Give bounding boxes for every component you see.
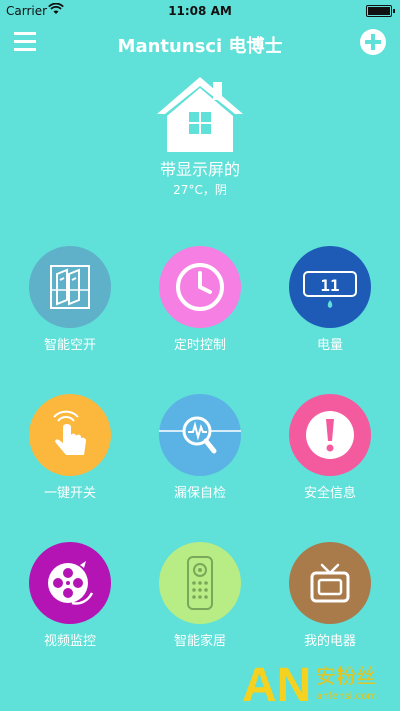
feature-label: 安全信息 xyxy=(303,486,356,501)
watermark-logo: AN 安粉丝 anfensi.com xyxy=(242,655,392,711)
feature-label: 我的电器 xyxy=(303,634,356,649)
clock-time: 11:08 AM xyxy=(168,4,232,18)
meter-display-text: 11 xyxy=(320,276,339,295)
remote-control-icon xyxy=(159,542,241,624)
feature-timer-control[interactable]: 定时控制 xyxy=(135,246,265,353)
feature-smart-breaker[interactable]: 智能空开 xyxy=(5,246,135,353)
magnifier-wave-icon xyxy=(159,394,241,476)
feature-leakage-selftest[interactable]: 漏保自检 xyxy=(135,394,265,501)
tap-finger-icon xyxy=(29,394,111,476)
weather-info: 27°C，阴 xyxy=(173,183,227,197)
feature-label: 一键开关 xyxy=(43,486,96,501)
house-icon xyxy=(155,74,245,154)
device-header[interactable]: 带显示屏的 27°C，阴 xyxy=(0,74,400,198)
feature-smart-home[interactable]: 智能家居 xyxy=(135,542,265,649)
status-bar: Carrier 11:08 AM xyxy=(0,0,400,22)
clock-icon xyxy=(159,246,241,328)
breaker-switch-icon xyxy=(29,246,111,328)
add-icon[interactable] xyxy=(360,29,386,55)
watermark-an-text: AN xyxy=(242,659,311,707)
film-reel-icon xyxy=(29,542,111,624)
feature-safety-info[interactable]: 安全信息 xyxy=(265,394,395,501)
nav-bar: Mantunsci 电博士 xyxy=(0,22,400,66)
feature-label: 智能空开 xyxy=(43,338,96,353)
feature-my-appliances[interactable]: 我的电器 xyxy=(265,542,395,649)
device-name: 带显示屏的 xyxy=(159,160,240,179)
feature-power-usage[interactable]: 11 电量 xyxy=(265,246,395,353)
alert-icon xyxy=(289,394,371,476)
power-meter-icon: 11 xyxy=(289,246,371,328)
app-title: Mantunsci 电博士 xyxy=(117,36,283,57)
feature-label: 视频监控 xyxy=(43,634,96,649)
feature-label: 漏保自检 xyxy=(173,486,226,501)
tv-icon xyxy=(289,542,371,624)
feature-label: 智能家居 xyxy=(173,634,226,649)
feature-one-key-switch[interactable]: 一键开关 xyxy=(5,394,135,501)
battery-icon xyxy=(366,5,395,17)
feature-label: 定时控制 xyxy=(173,338,226,353)
feature-video-monitor[interactable]: 视频监控 xyxy=(5,542,135,649)
watermark-text: 安粉丝 xyxy=(316,664,376,688)
watermark-url: anfensi.com xyxy=(316,691,377,702)
feature-label: 电量 xyxy=(316,338,343,353)
